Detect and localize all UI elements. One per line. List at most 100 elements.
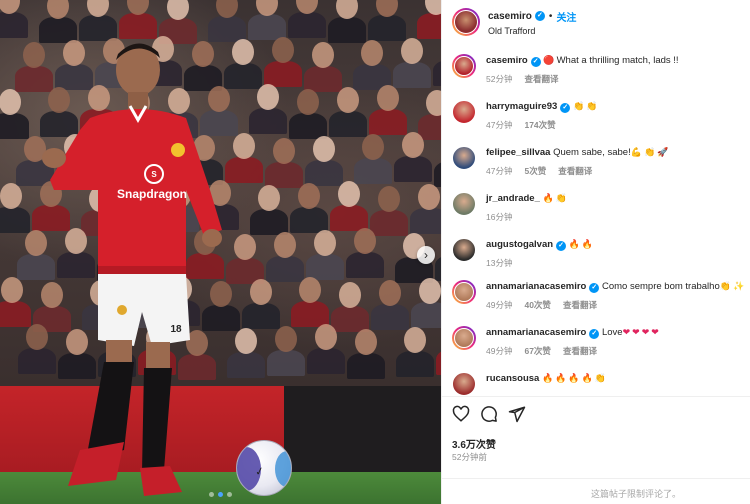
crowd-body (396, 351, 434, 377)
comment-username[interactable]: rucansousa (486, 373, 539, 384)
comment-text: What a thrilling match, lads !! (556, 55, 679, 66)
share-icon[interactable] (508, 405, 526, 423)
crowd-face (339, 282, 361, 308)
shirt-sponsor: Snapdragon (117, 187, 187, 201)
comment-username[interactable]: felipee_sillvaa (486, 147, 550, 158)
commenter-avatar[interactable] (452, 326, 476, 350)
comment-time: 49分钟 (486, 346, 513, 356)
crowd-face (250, 279, 272, 305)
crowd-body (288, 12, 326, 38)
post-header: casemiro ✓ • 关注 Old Trafford (452, 8, 576, 36)
fire-emoji-icon: 🔥 (568, 239, 580, 249)
comment-item: felipee_sillvaa Quem sabe, sabe!💪 👏 🚀 47分钟 5… (452, 146, 747, 177)
commenter-avatar[interactable] (452, 192, 476, 216)
heart-icon[interactable] (452, 405, 470, 423)
crowd-face (257, 84, 279, 110)
crowd-face (313, 136, 335, 162)
post-photo[interactable]: S Snapdragon 18 ✓ › (0, 0, 441, 504)
crowd-body (368, 15, 406, 41)
crowd-face (273, 138, 295, 164)
crowd-body (305, 160, 343, 186)
crowd-body (410, 208, 441, 234)
comment-line: annamarianacasemiro ✓ Love❤ ❤ ❤ ❤ (486, 326, 661, 339)
commenter-avatar[interactable] (452, 54, 476, 78)
crowd-body (347, 353, 385, 379)
comment-like-count[interactable]: 67次赞 (524, 345, 550, 357)
crowd-body (248, 14, 286, 40)
comment-username[interactable]: jr_andrade_ (486, 193, 540, 204)
comment-username[interactable]: annamarianacasemiro (486, 281, 586, 292)
comment-meta: 49分钟 40次赞 查看翻译 (486, 299, 746, 311)
commenter-avatar[interactable] (452, 280, 476, 304)
see-translation-link[interactable]: 查看翻译 (563, 345, 597, 357)
clap-emoji-icon: 👏 (643, 147, 656, 157)
comment-line: augustogalvan ✓ 🔥 🔥 (486, 238, 595, 251)
see-translation-link[interactable]: 查看翻译 (524, 73, 558, 85)
rocket-emoji-icon: 🚀 (657, 147, 669, 157)
crowd-body (371, 304, 409, 330)
crowd-body (370, 210, 408, 236)
post-actions (452, 405, 526, 423)
divider (442, 396, 750, 397)
crowd-body (411, 302, 441, 328)
shorts-number: 18 (170, 324, 182, 335)
crowd-body (208, 16, 246, 42)
comment-username[interactable]: casemiro (486, 55, 528, 66)
see-translation-link[interactable]: 查看翻译 (563, 299, 597, 311)
carousel-dot[interactable] (209, 492, 214, 497)
comment-meta: 16分钟 (486, 211, 569, 223)
advertising-board-dark (284, 386, 441, 472)
crowd-face (0, 89, 21, 115)
carousel-dot[interactable] (227, 492, 232, 497)
commenter-avatar[interactable] (452, 100, 476, 124)
crowd-body (304, 66, 342, 92)
heart-emoji-icon: ❤ (622, 327, 631, 337)
comment-line: jr_andrade_ 🔥 👏 (486, 192, 569, 205)
commenter-avatar[interactable] (452, 146, 476, 170)
verified-icon: ✓ (589, 329, 600, 339)
crowd-face (361, 40, 383, 66)
see-translation-link[interactable]: 查看翻译 (558, 165, 592, 177)
post-side-panel: casemiro ✓ • 关注 Old Trafford casemiro ✓ 🔴… (441, 0, 750, 504)
crowd-face (401, 38, 423, 64)
crowd-body (0, 301, 31, 327)
comment-line: felipee_sillvaa Quem sabe, sabe!💪 👏 🚀 (486, 146, 670, 159)
crowd-body (394, 156, 432, 182)
comment-icon[interactable] (480, 405, 498, 423)
divider (442, 478, 750, 479)
crowd-body (119, 13, 157, 39)
comment-item: harrymaguire93 ✓ 👏 👏 47分钟 174次赞 (452, 100, 747, 131)
comment-meta: 49分钟 67次赞 查看翻译 (486, 345, 661, 357)
comment-time: 16分钟 (486, 212, 513, 222)
verified-icon: ✓ (560, 103, 571, 113)
commenter-avatar[interactable] (452, 372, 476, 396)
comment-line: harrymaguire93 ✓ 👏 👏 (486, 100, 599, 113)
comment-username[interactable]: annamarianacasemiro (486, 327, 586, 338)
comment-meta: 47分钟 5次赞 查看翻译 (486, 165, 670, 177)
crowd-body (417, 13, 441, 39)
comment-like-count[interactable]: 174次赞 (524, 119, 555, 131)
comment-time: 49分钟 (486, 300, 513, 310)
like-count[interactable]: 3.6万次赞 (452, 436, 496, 451)
comment-username[interactable]: augustogalvan (486, 239, 553, 250)
crowd-body (331, 306, 369, 332)
comment-item: annamarianacasemiro ✓ Como sempre bom tra… (452, 280, 747, 311)
commenter-avatar[interactable] (452, 238, 476, 262)
crowd-body (0, 113, 29, 139)
follow-button[interactable]: 关注 (556, 9, 576, 24)
post-location[interactable]: Old Trafford (488, 26, 576, 36)
crowd-face (258, 185, 280, 211)
verified-icon: ✓ (530, 57, 541, 67)
crowd-face (426, 90, 441, 116)
comment-item: casemiro ✓ 🔴 What a thrilling match, lads … (452, 54, 747, 85)
carousel-next-button[interactable]: › (417, 246, 435, 264)
author-avatar[interactable] (452, 8, 480, 36)
carousel-dot[interactable] (218, 492, 223, 497)
comment-like-count[interactable]: 5次赞 (524, 165, 546, 177)
author-username[interactable]: casemiro (488, 11, 532, 22)
comment-username[interactable]: harrymaguire93 (486, 101, 557, 112)
crowd-body (249, 108, 287, 134)
crowd-body (393, 62, 431, 88)
comment-like-count[interactable]: 40次赞 (524, 299, 550, 311)
clap-emoji-icon: 👏 (555, 193, 567, 203)
